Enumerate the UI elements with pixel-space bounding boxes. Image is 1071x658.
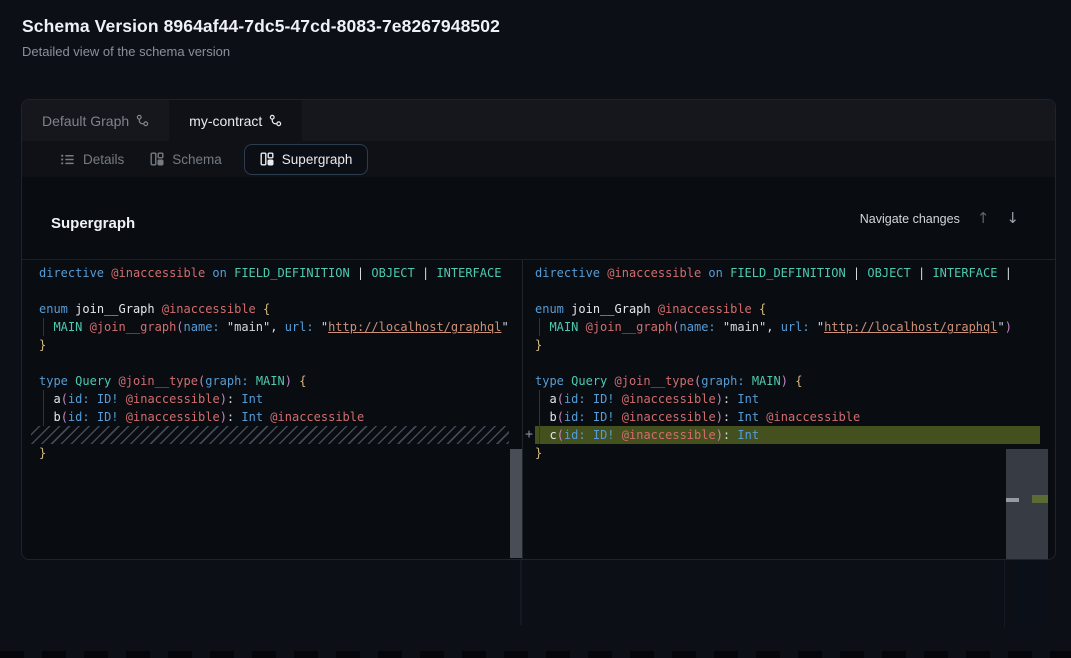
code-line: } <box>31 444 509 462</box>
bottom-hatch-strip <box>0 651 1071 658</box>
code-line <box>535 354 1040 372</box>
code-line: type Query @join__type(graph: MAIN) { <box>535 372 1040 390</box>
code-line: a(id: ID! @inaccessible): Int <box>31 390 509 408</box>
code-line: type Query @join__type(graph: MAIN) { <box>31 372 509 390</box>
code-link[interactable]: http://localhost/graphql <box>824 320 997 334</box>
minimap-slider[interactable] <box>1006 449 1048 559</box>
minimap-position-marker <box>1006 498 1019 502</box>
navigate-changes-controls: Navigate changes ↑ ↓ <box>860 211 1019 226</box>
diff-added-line: c(id: ID! @inaccessible): Int <box>535 426 1040 444</box>
navigate-previous-button[interactable]: ↑ <box>977 211 990 226</box>
code-line <box>31 354 509 372</box>
tab-schema[interactable]: Schema <box>150 152 222 167</box>
diff-editor-sash[interactable] <box>522 260 523 560</box>
variant-tab-label: Default Graph <box>42 113 129 129</box>
supergraph-diff-editor: directive @inaccessible on FIELD_DEFINIT… <box>22 260 1056 560</box>
navigate-next-button[interactable]: ↓ <box>1006 211 1019 226</box>
code-line: a(id: ID! @inaccessible): Int <box>535 390 1040 408</box>
view-tab-label: Details <box>83 152 124 167</box>
schema-icon <box>150 152 164 166</box>
variant-tab-label: my-contract <box>189 113 262 129</box>
variant-icon <box>136 114 149 127</box>
variant-icon <box>269 114 282 127</box>
panel-title: Supergraph <box>51 215 135 232</box>
indent-guide <box>539 318 540 336</box>
code-line: MAIN @join__graph(name: "main", url: "ht… <box>535 318 1040 336</box>
indent-guide <box>43 390 44 426</box>
code-line: b(id: ID! @inaccessible): Int @inaccessi… <box>535 408 1040 426</box>
code-line: directive @inaccessible on FIELD_DEFINIT… <box>31 264 509 282</box>
sash-extension <box>520 560 522 625</box>
tab-supergraph[interactable]: Supergraph <box>244 144 369 175</box>
code-line: b(id: ID! @inaccessible): Int @inaccessi… <box>31 408 509 426</box>
scrollbar-line-extension <box>1004 560 1005 628</box>
diff-added-marker: + <box>522 426 536 444</box>
left-scrollbar-thumb[interactable] <box>510 449 522 558</box>
diff-pane-modified: directive @inaccessible on FIELD_DEFINIT… <box>535 260 1040 560</box>
code-line: directive @inaccessible on FIELD_DEFINIT… <box>535 264 1040 282</box>
code-line: MAIN @join__graph(name: "main", url: "ht… <box>31 318 509 336</box>
code-line: enum join__Graph @inaccessible { <box>535 300 1040 318</box>
schema-icon <box>260 152 274 166</box>
code-line: } <box>535 336 1040 354</box>
variant-tab-bar: Default Graph my-contract <box>22 100 1055 141</box>
diff-pane-original: directive @inaccessible on FIELD_DEFINIT… <box>31 260 509 560</box>
minimap-added-marker <box>1032 495 1048 503</box>
view-tab-label: Schema <box>172 152 222 167</box>
schema-version-card: Default Graph my-contract Details <box>21 99 1056 560</box>
navigate-changes-label: Navigate changes <box>860 212 960 226</box>
page-subtitle: Detailed view of the schema version <box>22 44 230 59</box>
indent-guide <box>43 318 44 336</box>
minimap-extension <box>1013 560 1046 628</box>
code-link[interactable]: http://localhost/graphql <box>328 320 501 334</box>
page-title: Schema Version 8964af44-7dc5-47cd-8083-7… <box>22 16 500 37</box>
view-tab-bar: Details Schema Supergraph <box>22 141 1055 177</box>
diff-placeholder-row <box>31 426 509 444</box>
view-tab-label: Supergraph <box>282 152 353 167</box>
tab-my-contract[interactable]: my-contract <box>169 100 302 141</box>
indent-guide <box>539 390 540 444</box>
code-line: enum join__Graph @inaccessible { <box>31 300 509 318</box>
tab-details[interactable]: Details <box>60 152 124 167</box>
code-line <box>535 282 1040 300</box>
schema-version-page: Schema Version 8964af44-7dc5-47cd-8083-7… <box>0 0 1071 658</box>
code-line: } <box>535 444 1040 462</box>
tab-default-graph[interactable]: Default Graph <box>22 100 169 141</box>
code-line <box>31 282 509 300</box>
code-line: } <box>31 336 509 354</box>
list-icon <box>60 152 75 167</box>
